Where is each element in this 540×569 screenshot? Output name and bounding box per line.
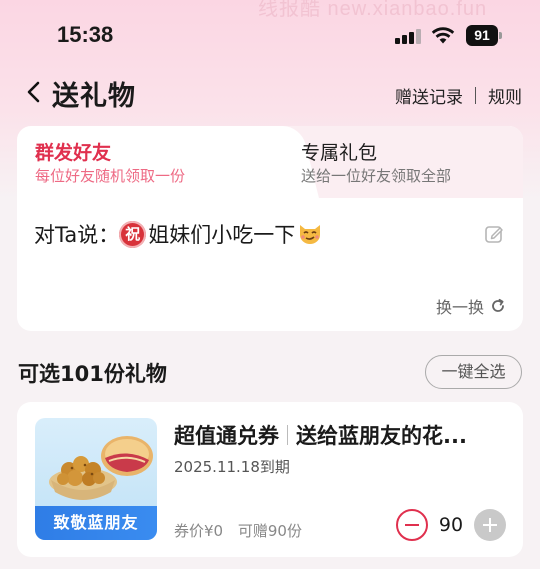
message-prefix: 对Ta说： — [34, 223, 120, 247]
gift-giftable-count: 可赠90份 — [237, 522, 302, 540]
gift-image: 致敬蓝朋友 — [35, 418, 157, 540]
gift-records-link[interactable]: 赠送记录 — [395, 83, 463, 108]
select-all-button[interactable]: 一键全选 — [425, 355, 522, 389]
nav-bar: 送礼物 赠送记录 规则 — [0, 66, 540, 118]
gift-title-secondary: 送给蓝朋友的花... — [296, 424, 467, 448]
gift-expiry-date: 2025.11.18到期 — [174, 458, 290, 476]
rules-link[interactable]: 规则 — [488, 83, 522, 108]
battery-level: 91 — [466, 25, 498, 46]
nav-divider — [475, 87, 476, 104]
refresh-label: 换一换 — [435, 298, 484, 317]
back-chevron-icon[interactable] — [24, 79, 44, 105]
gift-mode-card: 群发好友 每位好友随机领取一份 专属礼包 送给一位好友领取全部 对Ta说： 祝 … — [17, 126, 523, 331]
blessing-badge-icon: 祝 — [119, 220, 147, 248]
gift-title-primary: 超值通兑券 — [174, 424, 279, 448]
quantity-value: 90 — [438, 514, 464, 536]
refresh-message-button[interactable]: 换一换 — [436, 294, 506, 318]
status-time: 15:38 — [57, 22, 114, 47]
status-bar: 15:38 91 — [0, 0, 540, 66]
decrease-quantity-button[interactable] — [396, 509, 428, 541]
wifi-icon — [431, 27, 455, 44]
tab-group-send-subtitle: 每位好友随机领取一份 — [35, 167, 186, 185]
edit-message-icon[interactable] — [484, 224, 504, 244]
nav-actions: 赠送记录 规则 — [395, 83, 522, 108]
message-text: 姐妹们小吃一下 — [148, 223, 296, 247]
cellular-signal-icon — [395, 28, 421, 44]
battery-icon: 91 — [466, 25, 502, 46]
tab-group-send-title: 群发好友 — [35, 142, 112, 164]
gift-message[interactable]: 对Ta说： 祝 姐妹们小吃一下 — [34, 219, 323, 249]
tab-exclusive-pack-subtitle: 送给一位好友领取全部 — [301, 167, 452, 185]
refresh-icon — [492, 298, 504, 312]
gift-meta: 券价¥0 可赠90份 — [174, 520, 302, 541]
page-title: 送礼物 — [52, 81, 136, 112]
smirking-cat-emoji-icon — [300, 225, 321, 244]
tab-exclusive-pack-title: 专属礼包 — [301, 142, 378, 164]
increase-quantity-button[interactable] — [474, 509, 506, 541]
gift-title-divider — [287, 425, 288, 445]
tab-exclusive-pack[interactable]: 专属礼包 送给一位好友领取全部 — [287, 126, 523, 198]
gift-price: 券价¥0 — [174, 522, 224, 540]
quantity-stepper: 90 — [396, 509, 506, 541]
gift-image-label: 致敬蓝朋友 — [35, 506, 157, 540]
tab-group-send[interactable]: 群发好友 每位好友随机领取一份 — [17, 126, 287, 198]
food-illustration-icon — [49, 436, 153, 500]
gift-title: 超值通兑券 送给蓝朋友的花... — [174, 420, 467, 450]
gift-item-card[interactable]: 致敬蓝朋友 超值通兑券 送给蓝朋友的花... 2025.11.18到期 券价¥0… — [17, 402, 523, 557]
gift-count-title: 可选101份礼物 — [18, 362, 167, 386]
